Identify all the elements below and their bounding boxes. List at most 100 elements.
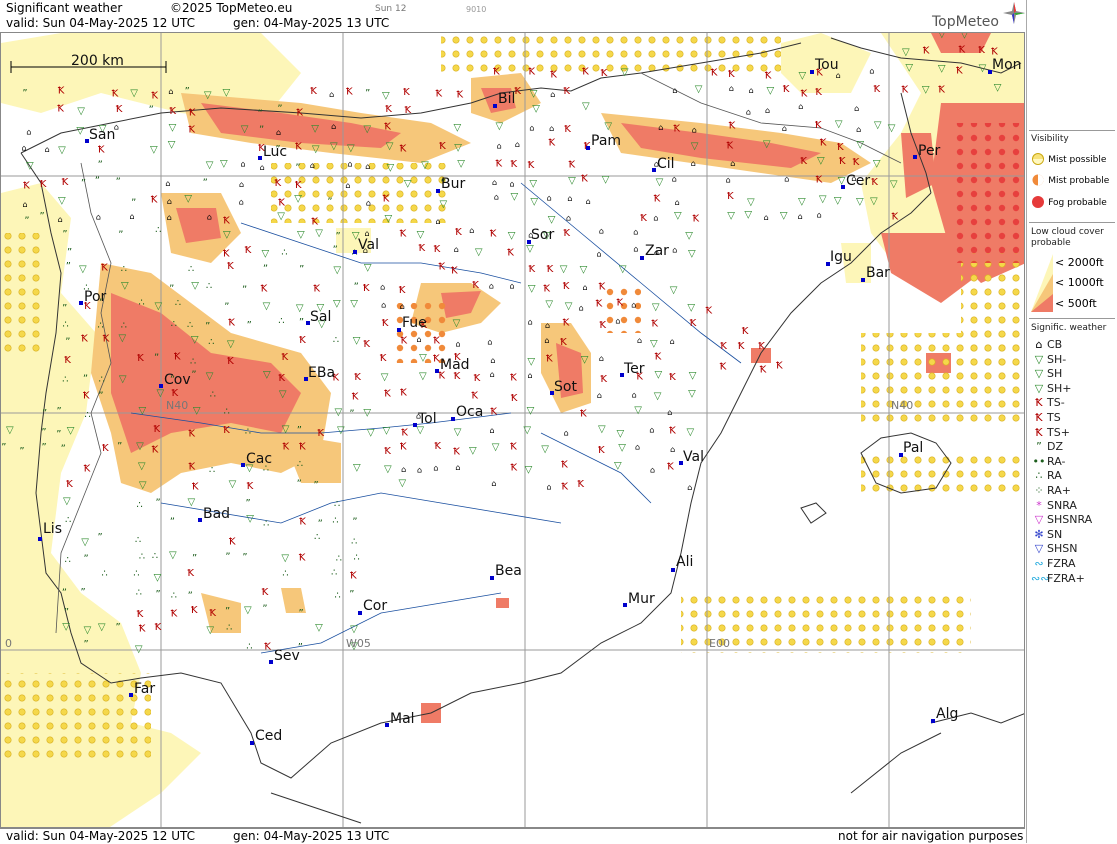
thunderstorm-symbol: Ꝁ <box>776 360 783 371</box>
shower-symbol: ▽ <box>353 336 361 347</box>
svg-text:Far: Far <box>134 681 155 697</box>
shower-symbol: ▽ <box>168 139 176 150</box>
shower-symbol: ▽ <box>363 124 371 135</box>
rain-symbol: ∴ <box>331 567 337 578</box>
cb-symbol: ⌂ <box>599 226 604 235</box>
shower-symbol: ▽ <box>938 63 946 74</box>
cb-symbol: ⌂ <box>239 198 244 207</box>
cb-symbol: ⌂ <box>497 142 502 151</box>
drizzle-symbol: ” <box>84 639 89 650</box>
thunderstorm-symbol: Ꝁ <box>401 336 408 347</box>
shower-symbol: ▽ <box>650 339 658 350</box>
legend-divider <box>1029 222 1115 223</box>
cb-symbol: ⌂ <box>632 390 637 399</box>
shower-symbol: ▽ <box>695 84 703 95</box>
shower-symbol: ▽ <box>262 248 270 259</box>
city-bea: Bea <box>490 563 522 580</box>
city-pam: Pam <box>586 133 621 150</box>
shower-symbol: ▽ <box>888 123 896 134</box>
rain-symbol: ∴ <box>121 321 127 332</box>
cb-symbol: ⌂ <box>653 214 658 223</box>
cb-symbol: ⌂ <box>746 107 751 116</box>
shower-symbol: ▽ <box>656 177 664 188</box>
rain-symbol: ∴ <box>101 569 107 580</box>
thunderstorm-symbol: Ꝁ <box>562 482 569 493</box>
drizzle-symbol: ” <box>242 552 247 563</box>
cb-symbol: ⌂ <box>417 466 422 475</box>
city-sal: Sal <box>306 309 331 325</box>
thunderstorm-symbol: Ꝁ <box>783 84 790 95</box>
thunderstorm-symbol: Ꝁ <box>496 158 503 169</box>
cb-symbol: ⌂ <box>597 391 602 400</box>
valid-time: valid: Sun 04-May-2025 12 UTC <box>6 16 195 30</box>
thunderstorm-symbol: Ꝁ <box>295 180 302 191</box>
shower-symbol: ▽ <box>532 103 540 114</box>
shower-symbol: ▽ <box>938 33 946 40</box>
drizzle-symbol: ” <box>156 589 161 600</box>
shower-symbol: ▽ <box>527 405 535 416</box>
thunderstorm-symbol: Ꝁ <box>137 609 144 620</box>
thunderstorm-symbol: Ꝁ <box>352 392 359 403</box>
legend-symbol-fzra: ∾ FZRA <box>1031 557 1075 570</box>
svg-text:Bar: Bar <box>866 265 890 281</box>
svg-text:Pam: Pam <box>591 133 621 149</box>
shower-symbol: ▽ <box>527 357 535 368</box>
drizzle-symbol: ” <box>22 88 27 99</box>
thunderstorm-symbol: Ꝁ <box>229 537 236 548</box>
shower-symbol: ▽ <box>399 478 407 489</box>
drizzle-symbol: ” <box>98 391 103 402</box>
thunderstorm-symbol: Ꝁ <box>299 441 306 452</box>
thunderstorm-symbol: Ꝁ <box>172 388 179 399</box>
drizzle-symbol: ” <box>170 517 175 528</box>
svg-text:Oca: Oca <box>456 404 483 420</box>
thunderstorm-symbol: Ꝁ <box>84 463 91 474</box>
city-cor: Cor <box>358 598 387 615</box>
cb-symbol: ⌂ <box>129 212 134 221</box>
map-canvas: ” Ꝁ Ꝁ ▽ Ꝁ ⌂” ▽ ▽ Ꝁ ⌂ Ꝁ” ▽ Ꝁ Ꝁ ꝀꝀ ▽ Ꝁ” Ꝁ Ꝁ”” Ꝁ Ꝁ Ꝁ⌂ ▽ ▽ ⌂ ▽ Ꝁ ▽” ⌂ ▽ ⌂ ▽… <box>1 33 1024 827</box>
rain-symbol: ∴ <box>210 389 216 400</box>
city-alg: Alg <box>931 706 958 723</box>
thunderstorm-symbol: Ꝁ <box>299 553 306 564</box>
cb-symbol: ⌂ <box>167 197 172 206</box>
thunderstorm-symbol: Ꝁ <box>279 373 286 384</box>
thunderstorm-symbol: Ꝁ <box>472 280 479 291</box>
thunderstorm-symbol: Ꝁ <box>116 104 123 115</box>
drizzle-symbol: ” <box>42 408 47 419</box>
thunderstorm-symbol: Ꝁ <box>599 281 606 292</box>
thunderstorm-symbol: Ꝁ <box>102 443 109 454</box>
shower-symbol: ▽ <box>312 144 320 155</box>
thunderstorm-symbol: Ꝁ <box>510 373 517 384</box>
thunderstorm-symbol: Ꝁ <box>563 317 570 328</box>
cb-symbol: ⌂ <box>348 159 353 168</box>
grid-label-e00: E00 <box>709 637 730 650</box>
shower-symbol: ▽ <box>727 210 735 221</box>
thunderstorm-symbol: Ꝁ <box>674 123 681 134</box>
rain-symbol: ∴ <box>314 532 320 543</box>
thunderstorm-symbol: Ꝁ <box>299 335 306 346</box>
thunderstorm-symbol: Ꝁ <box>569 159 576 170</box>
legend-visibility-title: Visibility <box>1031 134 1069 144</box>
thunderstorm-symbol: Ꝁ <box>223 249 230 260</box>
thunderstorm-symbol: Ꝁ <box>295 142 302 153</box>
shower-symbol: ▽ <box>798 197 806 208</box>
legend-symbol-ts: Ꝁ TS <box>1031 411 1060 424</box>
cb-symbol: ⌂ <box>567 194 572 203</box>
thunderstorm-symbol: Ꝁ <box>582 67 589 78</box>
weather-map[interactable]: ” Ꝁ Ꝁ ▽ Ꝁ ⌂” ▽ ▽ Ꝁ ⌂ Ꝁ” ▽ Ꝁ Ꝁ Ꝁ Ꝁ ▽ Ꝁ” Ꝁ Ꝁ”” Ꝁ Ꝁ Ꝁ ⌂ ▽ ▽ ⌂ ▽ Ꝁ ▽” ⌂ ▽ ⌂ ▽… <box>0 32 1025 828</box>
shower-symbol: ▽ <box>568 175 576 186</box>
thunderstorm-symbol: Ꝁ <box>275 178 282 189</box>
drizzle-symbol: ” <box>116 177 121 188</box>
drizzle-symbol: ” <box>83 373 88 384</box>
shower-symbol: ▽ <box>621 67 629 78</box>
thunderstorm-symbol: Ꝁ <box>543 284 550 295</box>
symbol-ra--icon: •• <box>1032 454 1046 468</box>
shower-symbol: ▽ <box>281 553 289 564</box>
shower-symbol: ▽ <box>277 211 285 222</box>
drizzle-symbol: ” <box>318 519 323 530</box>
svg-text:Pal: Pal <box>903 440 923 456</box>
thunderstorm-symbol: Ꝁ <box>511 463 518 474</box>
svg-text:Mur: Mur <box>628 591 655 607</box>
legend-panel: Visibility Mist possible Mist probable F… <box>1026 0 1117 843</box>
svg-text:Igu: Igu <box>830 249 852 265</box>
drizzle-symbol: ” <box>19 446 24 457</box>
